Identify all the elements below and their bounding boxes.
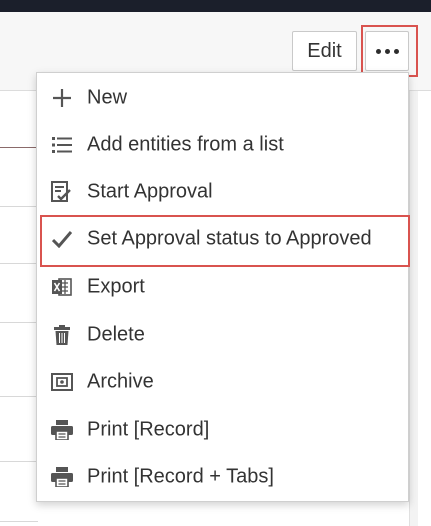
menu-item-label: Start Approval	[87, 180, 213, 203]
menu-item-label: Archive	[87, 370, 154, 393]
divider	[0, 263, 38, 264]
divider	[0, 322, 38, 323]
menu-item-label: Print [Record]	[87, 418, 210, 441]
menu-item-label: Print [Record + Tabs]	[87, 465, 274, 488]
archive-icon	[51, 371, 73, 393]
divider	[0, 396, 38, 397]
scroll-edge	[409, 91, 418, 526]
menu-item-export[interactable]: Export	[37, 264, 408, 310]
excel-icon	[51, 276, 73, 298]
edit-button[interactable]: Edit	[292, 31, 357, 71]
ellipsis-icon	[375, 48, 381, 54]
ellipsis-dot	[393, 48, 399, 54]
ellipsis-dot	[384, 48, 390, 54]
menu-item-add-entities[interactable]: Add entities from a list	[37, 122, 408, 168]
trash-icon	[51, 324, 73, 346]
more-actions-button[interactable]	[365, 31, 409, 71]
menu-item-label: Delete	[87, 323, 145, 346]
divider	[0, 147, 38, 148]
divider	[0, 521, 38, 522]
more-actions-menu: New Add entities from a list Start Appro…	[36, 72, 409, 502]
plus-icon	[51, 87, 73, 109]
menu-item-print-record-tabs[interactable]: Print [Record + Tabs]	[37, 454, 408, 500]
divider	[0, 206, 38, 207]
menu-item-archive[interactable]: Archive	[37, 359, 408, 405]
printer-icon	[51, 466, 73, 488]
menu-item-label: Add entities from a list	[87, 133, 284, 156]
menu-item-label: New	[87, 86, 128, 109]
app-top-bar	[0, 0, 431, 12]
checkmark-icon	[51, 228, 73, 250]
list-icon	[51, 134, 73, 156]
divider	[0, 461, 38, 462]
menu-item-start-approval[interactable]: Start Approval	[37, 169, 408, 215]
menu-item-delete[interactable]: Delete	[37, 312, 408, 358]
printer-icon	[51, 419, 73, 441]
menu-item-print-record[interactable]: Print [Record]	[37, 407, 408, 453]
menu-item-label: Set Approval status to Approved	[87, 227, 372, 250]
approval-icon	[51, 181, 73, 203]
menu-item-label: Export	[87, 275, 145, 298]
menu-item-new[interactable]: New	[37, 75, 408, 121]
menu-item-set-approved[interactable]: Set Approval status to Approved	[37, 216, 408, 262]
